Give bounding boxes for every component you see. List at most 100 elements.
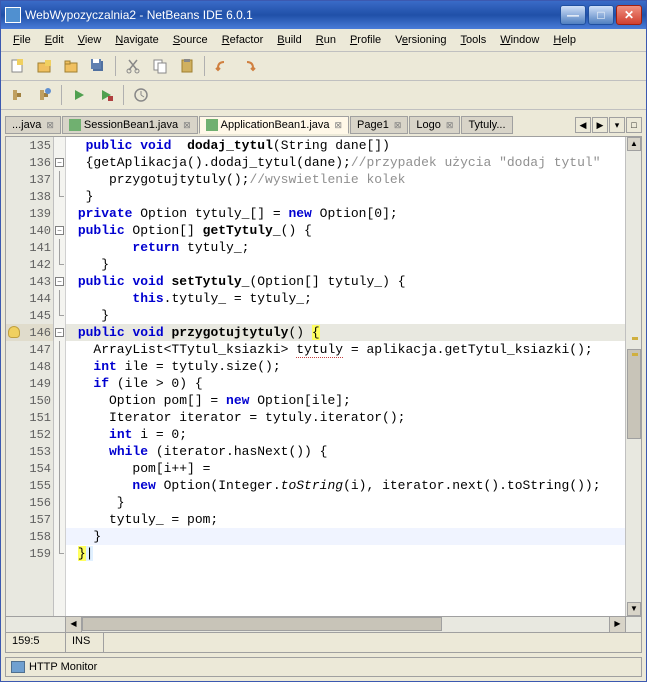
build-button[interactable] bbox=[5, 83, 29, 107]
code-line[interactable]: } bbox=[66, 307, 641, 324]
code-line[interactable]: new Option(Integer.toString(i), iterator… bbox=[66, 477, 641, 494]
line-number[interactable]: 147 bbox=[6, 341, 53, 358]
menu-window[interactable]: Window bbox=[494, 32, 545, 48]
tab-close-icon[interactable]: ⊠ bbox=[446, 120, 454, 131]
close-button[interactable]: ✕ bbox=[616, 5, 642, 25]
paste-button[interactable] bbox=[175, 54, 199, 78]
code-line[interactable]: this.tytuly_ = tytuly_; bbox=[66, 290, 641, 307]
vertical-scrollbar[interactable]: ▲ ▼ bbox=[625, 137, 641, 616]
tab-close-icon[interactable]: ⊠ bbox=[183, 120, 191, 131]
horizontal-scrollbar[interactable]: ◀ ▶ bbox=[5, 617, 642, 633]
menu-navigate[interactable]: Navigate bbox=[109, 32, 164, 48]
menu-file[interactable]: File bbox=[7, 32, 37, 48]
line-number[interactable]: 140 bbox=[6, 222, 53, 239]
tab-logo[interactable]: Logo⊠ bbox=[409, 116, 460, 134]
line-number[interactable]: 138 bbox=[6, 188, 53, 205]
line-number[interactable]: 159 bbox=[6, 545, 53, 562]
code-line[interactable]: int i = 0; bbox=[66, 426, 641, 443]
line-number[interactable]: 150 bbox=[6, 392, 53, 409]
undo-button[interactable] bbox=[210, 54, 234, 78]
code-line[interactable]: } bbox=[66, 528, 641, 545]
line-number[interactable]: 142 bbox=[6, 256, 53, 273]
minimize-button[interactable]: — bbox=[560, 5, 586, 25]
redo-button[interactable] bbox=[237, 54, 261, 78]
code-line[interactable]: public Option[] getTytuly_() { bbox=[66, 222, 641, 239]
code-line[interactable]: public void setTytuly_(Option[] tytuly_)… bbox=[66, 273, 641, 290]
code-line[interactable]: int ile = tytuly.size(); bbox=[66, 358, 641, 375]
cut-button[interactable] bbox=[121, 54, 145, 78]
line-number[interactable]: 139 bbox=[6, 205, 53, 222]
open-button[interactable] bbox=[59, 54, 83, 78]
line-number[interactable]: 153 bbox=[6, 443, 53, 460]
menu-tools[interactable]: Tools bbox=[455, 32, 493, 48]
tab-overflow[interactable]: ...java⊠ bbox=[5, 116, 61, 134]
save-all-button[interactable] bbox=[86, 54, 110, 78]
code-line[interactable]: tytuly_ = pom; bbox=[66, 511, 641, 528]
fold-marker[interactable]: − bbox=[54, 154, 65, 171]
tab-list-button[interactable]: ▾ bbox=[609, 117, 625, 133]
menu-profile[interactable]: Profile bbox=[344, 32, 387, 48]
fold-column[interactable]: −−−− bbox=[54, 137, 66, 616]
menu-help[interactable]: Help bbox=[547, 32, 582, 48]
code-line[interactable]: przygotujtytuly();//wyswietlenie kolek bbox=[66, 171, 641, 188]
code-line[interactable]: public void dodaj_tytul(String dane[]) bbox=[66, 137, 641, 154]
tab-applicationbean[interactable]: ApplicationBean1.java⊠ bbox=[199, 116, 349, 134]
line-number[interactable]: 141 bbox=[6, 239, 53, 256]
line-number[interactable]: 136 bbox=[6, 154, 53, 171]
code-line[interactable]: }| bbox=[66, 545, 641, 562]
tab-scroll-right-button[interactable]: ▶ bbox=[592, 117, 608, 133]
code-line[interactable]: } bbox=[66, 494, 641, 511]
scroll-down-button[interactable]: ▼ bbox=[627, 602, 641, 616]
debug-button[interactable] bbox=[94, 83, 118, 107]
scroll-left-button[interactable]: ◀ bbox=[66, 617, 82, 632]
lightbulb-icon[interactable] bbox=[8, 326, 20, 338]
copy-button[interactable] bbox=[148, 54, 172, 78]
warning-marker[interactable] bbox=[632, 337, 638, 340]
code-line[interactable]: public void przygotujtytuly() { bbox=[66, 324, 641, 341]
http-monitor-panel[interactable]: HTTP Monitor bbox=[5, 657, 642, 677]
tab-tytuly[interactable]: Tytuly... bbox=[461, 116, 512, 134]
warning-marker[interactable] bbox=[632, 353, 638, 356]
line-number[interactable]: 154 bbox=[6, 460, 53, 477]
line-number[interactable]: 146 bbox=[6, 324, 53, 341]
hscroll-track[interactable] bbox=[82, 617, 609, 632]
line-number[interactable]: 149 bbox=[6, 375, 53, 392]
menu-source[interactable]: Source bbox=[167, 32, 214, 48]
scroll-right-button[interactable]: ▶ bbox=[609, 617, 625, 632]
line-number[interactable]: 148 bbox=[6, 358, 53, 375]
tab-maximize-button[interactable]: □ bbox=[626, 117, 642, 133]
menu-run[interactable]: Run bbox=[310, 32, 342, 48]
tab-close-icon[interactable]: ⊠ bbox=[46, 120, 54, 131]
code-line[interactable]: if (ile > 0) { bbox=[66, 375, 641, 392]
line-number[interactable]: 144 bbox=[6, 290, 53, 307]
tab-page1[interactable]: Page1⊠ bbox=[350, 116, 408, 134]
line-number[interactable]: 157 bbox=[6, 511, 53, 528]
line-number[interactable]: 152 bbox=[6, 426, 53, 443]
scroll-thumb[interactable] bbox=[627, 349, 641, 439]
new-project-button[interactable] bbox=[32, 54, 56, 78]
code-line[interactable]: Option pom[] = new Option[ile]; bbox=[66, 392, 641, 409]
code-line[interactable]: } bbox=[66, 256, 641, 273]
tab-sessionbean[interactable]: SessionBean1.java⊠ bbox=[62, 116, 198, 134]
titlebar[interactable]: WebWypozyczalnia2 - NetBeans IDE 6.0.1 —… bbox=[1, 1, 646, 29]
menu-versioning[interactable]: Versioning bbox=[389, 32, 452, 48]
menu-edit[interactable]: Edit bbox=[39, 32, 70, 48]
line-number[interactable]: 151 bbox=[6, 409, 53, 426]
code-line[interactable]: pom[i++] = bbox=[66, 460, 641, 477]
code-line[interactable]: ArrayList<TTytul_ksiazki> tytuly = aplik… bbox=[66, 341, 641, 358]
maximize-button[interactable]: □ bbox=[588, 5, 614, 25]
clean-build-button[interactable] bbox=[32, 83, 56, 107]
code-line[interactable]: Iterator iterator = tytuly.iterator(); bbox=[66, 409, 641, 426]
line-number[interactable]: 155 bbox=[6, 477, 53, 494]
code-line[interactable]: while (iterator.hasNext()) { bbox=[66, 443, 641, 460]
menu-view[interactable]: View bbox=[72, 32, 108, 48]
scroll-up-button[interactable]: ▲ bbox=[627, 137, 641, 151]
code-line[interactable]: } bbox=[66, 188, 641, 205]
code-line[interactable]: return tytuly_; bbox=[66, 239, 641, 256]
fold-marker[interactable] bbox=[54, 137, 65, 154]
profile-button[interactable] bbox=[129, 83, 153, 107]
line-number[interactable]: 156 bbox=[6, 494, 53, 511]
code-editor[interactable]: 1351361371381391401411421431441451461471… bbox=[5, 136, 642, 617]
line-number[interactable]: 145 bbox=[6, 307, 53, 324]
run-button[interactable] bbox=[67, 83, 91, 107]
